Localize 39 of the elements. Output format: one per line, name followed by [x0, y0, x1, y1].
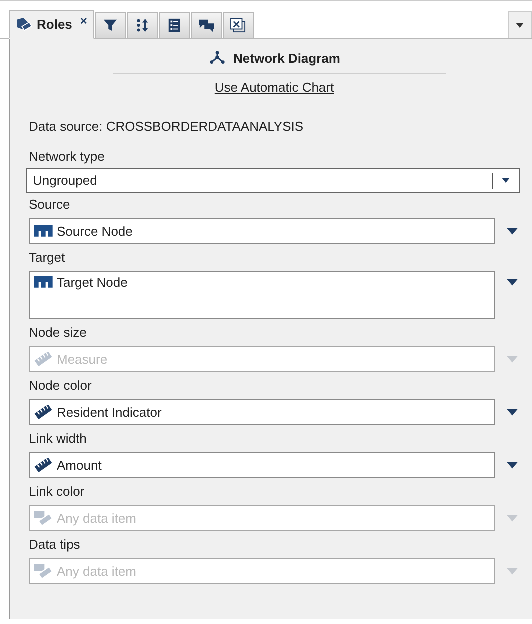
caret-icon[interactable] [507, 462, 518, 468]
chart-title: Network Diagram [234, 51, 340, 66]
comments-icon [198, 18, 216, 33]
formula-icon [230, 18, 248, 33]
field-label: Source [29, 196, 72, 213]
field-label: Target [29, 249, 66, 266]
role-field[interactable]: Source Node [29, 218, 495, 244]
automatic-chart-link[interactable]: Use Automatic Chart [214, 80, 334, 95]
panel-tab[interactable] [191, 12, 222, 38]
caret-icon[interactable] [507, 279, 518, 286]
data-item-icon [34, 511, 53, 525]
role-field[interactable]: Resident Indicator [29, 399, 495, 425]
panel-tab[interactable] [127, 12, 158, 38]
panel-tab[interactable] [95, 12, 126, 38]
field-label: Node color [29, 377, 93, 394]
category-icon [34, 275, 53, 289]
field-label: Link color [29, 483, 86, 500]
caret-icon [502, 178, 510, 183]
tag-icon [16, 17, 33, 32]
caret-icon [516, 22, 524, 28]
data-item-icon [34, 564, 53, 578]
field-label: Data tips [29, 536, 82, 553]
category-icon [34, 224, 53, 238]
field-label: Link width [29, 430, 88, 447]
role-field[interactable]: Amount [29, 452, 495, 478]
role-field[interactable]: Target Node [29, 271, 495, 319]
data-source-text: Data source: CROSSBORDERDATAANALYSIS [29, 119, 305, 134]
filter-icon [102, 18, 120, 33]
panel-tab[interactable] [223, 12, 254, 38]
close-button[interactable]: × [80, 14, 88, 28]
field-label: Node size [29, 324, 88, 341]
network-type-dropdown[interactable]: Ungrouped [26, 168, 520, 193]
network-icon [208, 51, 226, 66]
menu-button[interactable] [508, 11, 532, 38]
panel-tab[interactable] [159, 12, 190, 38]
caret-icon[interactable] [507, 228, 518, 234]
field-label: Network type [29, 148, 106, 165]
caret-icon[interactable] [507, 408, 518, 416]
panel-tab[interactable]: Roles × [9, 10, 94, 39]
